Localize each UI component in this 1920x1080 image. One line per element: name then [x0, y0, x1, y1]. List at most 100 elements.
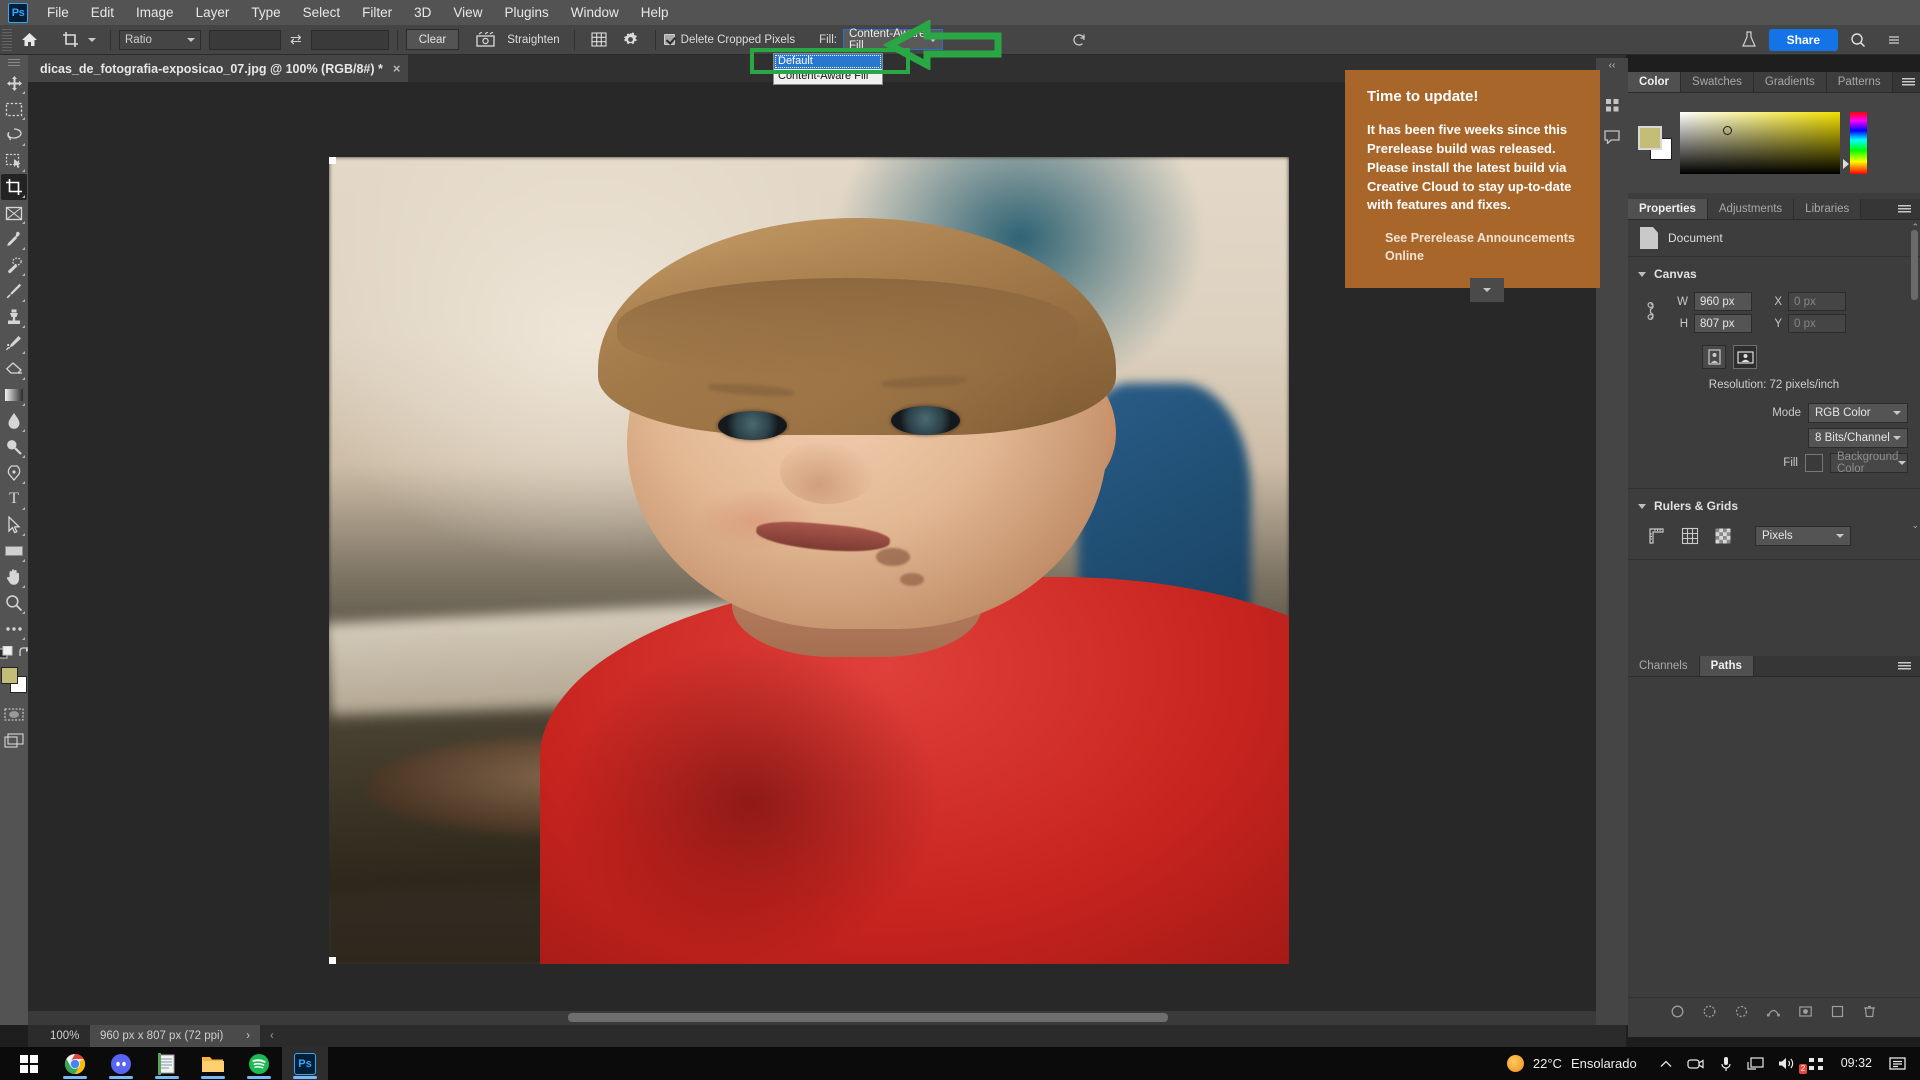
history-brush-tool[interactable] — [1, 330, 27, 356]
lasso-tool[interactable] — [1, 122, 27, 148]
canvas-x-input[interactable]: 0 px — [1788, 292, 1846, 311]
edit-toolbar-button[interactable] — [1, 616, 27, 642]
tab-swatches[interactable]: Swatches — [1681, 72, 1754, 92]
bit-depth-select[interactable]: 8 Bits/Channel — [1808, 428, 1908, 448]
move-tool[interactable] — [1, 70, 27, 96]
transparency-icon[interactable] — [1712, 525, 1734, 547]
zoom-level[interactable]: 100% — [28, 1030, 90, 1042]
tab-gradients[interactable]: Gradients — [1753, 72, 1827, 92]
canvas-y-input[interactable]: 0 px — [1788, 314, 1846, 333]
spot-healing-brush-tool[interactable] — [1, 252, 27, 278]
chrome-taskbar-icon[interactable] — [52, 1047, 98, 1080]
menu-plugins[interactable]: Plugins — [493, 2, 559, 23]
fill-color-swatch[interactable] — [1805, 454, 1823, 472]
quick-mask-icon[interactable] — [1, 701, 27, 727]
object-selection-tool[interactable] — [1, 148, 27, 174]
pen-tool[interactable] — [1, 460, 27, 486]
panel-menu-icon[interactable] — [1889, 656, 1920, 676]
grid-icon[interactable] — [1679, 525, 1701, 547]
tab-patterns[interactable]: Patterns — [1826, 72, 1893, 92]
comments-icon[interactable] — [1604, 130, 1620, 147]
chevron-up-icon[interactable] — [1651, 1047, 1681, 1080]
make-path-icon[interactable] — [1767, 1005, 1781, 1019]
blur-tool[interactable] — [1, 408, 27, 434]
libraries-icon[interactable] — [1605, 98, 1620, 116]
canvas-width-input[interactable]: 960 px — [1694, 292, 1752, 311]
chevron-left-icon[interactable]: ‹ — [260, 1030, 284, 1042]
crop-height-input[interactable] — [310, 29, 389, 50]
notifications-icon[interactable] — [1882, 1047, 1912, 1080]
brush-tool[interactable] — [1, 278, 27, 304]
display-icon[interactable] — [1741, 1047, 1771, 1080]
fill-select[interactable]: Background Color — [1830, 451, 1908, 475]
foreground-color-swatch[interactable] — [1638, 126, 1662, 150]
spotify-taskbar-icon[interactable] — [236, 1047, 282, 1080]
units-select[interactable]: Pixels — [1755, 526, 1851, 546]
landscape-orientation-icon[interactable] — [1733, 345, 1757, 369]
paths-panel-list[interactable] — [1628, 677, 1920, 1037]
crop-handle-top-left[interactable] — [329, 157, 336, 164]
toolbar-grip[interactable] — [8, 59, 20, 67]
chevron-down-icon[interactable] — [1638, 503, 1646, 509]
color-picker-ring[interactable] — [1723, 126, 1732, 135]
link-icon[interactable] — [1642, 301, 1658, 324]
panel-menu-icon[interactable] — [1893, 72, 1920, 92]
crop-tool[interactable] — [1, 174, 27, 200]
document-dimensions[interactable]: 960 px x 807 px (72 ppi) › — [90, 1025, 260, 1047]
canvas-section-header[interactable]: Canvas — [1628, 263, 1920, 289]
foreground-background-color[interactable] — [1, 667, 27, 693]
home-icon[interactable] — [12, 32, 46, 47]
ratio-select[interactable]: Ratio — [119, 29, 201, 50]
more-icon[interactable] — [1882, 29, 1906, 51]
tab-properties[interactable]: Properties — [1628, 199, 1708, 219]
weather-widget[interactable]: 22°C Ensolarado — [1493, 1055, 1651, 1072]
tab-channels[interactable]: Channels — [1628, 656, 1700, 676]
ruler-icon[interactable] — [1646, 525, 1668, 547]
eyedropper-tool[interactable] — [1, 226, 27, 252]
zoom-tool[interactable] — [1, 590, 27, 616]
color-mode-select[interactable]: RGB Color — [1808, 403, 1908, 423]
gear-icon[interactable] — [619, 29, 643, 51]
straighten-icon[interactable] — [473, 29, 497, 51]
network-icon[interactable]: 2 — [1798, 1047, 1831, 1080]
chevron-down-icon[interactable] — [88, 37, 96, 42]
menu-layer[interactable]: Layer — [185, 2, 241, 23]
document-row[interactable]: Document — [1628, 220, 1920, 257]
document-tab[interactable]: dicas_de_fotografia-exposicao_07.jpg @ 1… — [28, 55, 409, 82]
load-selection-icon[interactable] — [1735, 1005, 1749, 1019]
menu-type[interactable]: Type — [240, 2, 291, 23]
dodge-tool[interactable] — [1, 434, 27, 460]
tab-color[interactable]: Color — [1628, 72, 1682, 92]
share-button[interactable]: Share — [1768, 28, 1838, 51]
notification-collapse-button[interactable] — [1470, 278, 1504, 302]
new-path-icon[interactable] — [1831, 1005, 1845, 1019]
menu-filter[interactable]: Filter — [351, 2, 403, 23]
clone-stamp-tool[interactable] — [1, 304, 27, 330]
notepad-taskbar-icon[interactable] — [144, 1047, 190, 1080]
discord-taskbar-icon[interactable] — [98, 1047, 144, 1080]
tab-libraries[interactable]: Libraries — [1794, 199, 1862, 219]
path-selection-tool[interactable] — [1, 512, 27, 538]
canvas-horizontal-scrollbar[interactable] — [28, 1011, 1612, 1025]
workspace-icon[interactable] — [1737, 29, 1761, 51]
search-icon[interactable] — [1846, 29, 1870, 51]
default-colors-icon[interactable] — [0, 645, 14, 663]
frame-tool[interactable] — [1, 200, 27, 226]
eraser-tool[interactable] — [1, 356, 27, 382]
crop-width-input[interactable] — [209, 29, 281, 50]
microphone-icon[interactable] — [1711, 1047, 1741, 1080]
gradient-tool[interactable] — [1, 382, 27, 408]
fill-path-icon[interactable] — [1671, 1005, 1685, 1019]
rulers-grids-header[interactable]: Rulers & Grids — [1628, 495, 1920, 521]
properties-scrollbar[interactable] — [1911, 230, 1918, 300]
color-field[interactable] — [1680, 112, 1840, 174]
chevron-right-icon[interactable]: › — [246, 1030, 250, 1042]
scroll-thumb[interactable] — [568, 1013, 1168, 1022]
notification-link[interactable]: See Prerelease Announcements Online — [1385, 229, 1576, 265]
options-bar-grip[interactable] — [2, 28, 12, 51]
foreground-color-swatch[interactable] — [1, 667, 18, 684]
document-image[interactable] — [329, 157, 1289, 964]
delete-path-icon[interactable] — [1863, 1005, 1877, 1019]
menu-file[interactable]: File — [36, 2, 80, 23]
tab-paths[interactable]: Paths — [1699, 656, 1754, 676]
